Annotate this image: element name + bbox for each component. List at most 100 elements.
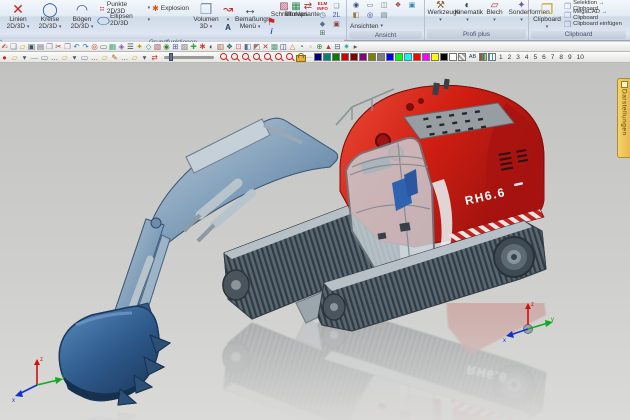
color-swatch[interactable] (386, 53, 394, 61)
toolbar-icon[interactable]: ▨ (180, 42, 189, 51)
toolbar-icon[interactable]: ⊟ (333, 42, 342, 51)
layer-number-button[interactable]: 4 (523, 54, 531, 61)
toolbar-icon[interactable]: ▭ (99, 42, 108, 51)
layer-number-button[interactable]: 9 (566, 54, 574, 61)
color-swatch[interactable] (359, 53, 367, 61)
magnifier-zoom-icon[interactable] (285, 52, 295, 62)
toolbar-icon[interactable]: ▾ (140, 53, 149, 62)
color-swatch[interactable] (314, 53, 322, 61)
toolbar-icon[interactable]: ✱ (198, 42, 207, 51)
toolbar-icon[interactable]: ◈ (117, 42, 126, 51)
color-palette-icon[interactable] (479, 53, 487, 61)
toolbar-icon[interactable]: ◩ (252, 42, 261, 51)
toolbar-icon[interactable]: ▱ (10, 53, 19, 62)
toolbar-icon[interactable]: ▱ (18, 42, 27, 51)
toolbar-icon[interactable]: … (120, 53, 129, 62)
view-icon[interactable]: ◫ (378, 2, 390, 10)
color-swatch[interactable] (440, 53, 448, 61)
toolbar-icon[interactable]: ◎ (90, 42, 99, 51)
toolbar-icon[interactable]: ✕ (261, 42, 270, 51)
toolbar-icon[interactable]: ▾ (20, 53, 29, 62)
darstellungen-flyout-tab[interactable]: Darstellungen (617, 78, 630, 158)
toolbar-icon[interactable]: ● (0, 53, 9, 62)
toolbar-icon[interactable]: — (30, 53, 39, 62)
toolbar-icon[interactable]: △ (288, 42, 297, 51)
layer-number-button[interactable]: 6 (540, 54, 548, 61)
color-swatch[interactable] (332, 53, 340, 61)
layer-number-button[interactable]: 1 (497, 54, 505, 61)
ribbon-small-icon[interactable]: ❏ (333, 3, 339, 11)
toolbar-icon[interactable]: ❐ (45, 42, 54, 51)
browse-ellipsis[interactable]: … (305, 54, 313, 60)
magnifier-zoom-icon[interactable] (274, 52, 284, 62)
clipboard-action-button[interactable]: ❐ MegaCAD → Clipboard (564, 11, 625, 19)
zoom-slider-knob[interactable] (169, 53, 173, 61)
toolbar-icon[interactable]: ▩ (270, 42, 279, 51)
toolbar-icon[interactable]: ✂ (54, 42, 63, 51)
layer-number-button[interactable]: 5 (532, 54, 540, 61)
line-style-icon[interactable] (488, 53, 496, 61)
color-swatch[interactable] (323, 53, 331, 61)
layer-number-button[interactable]: 3 (514, 54, 522, 61)
font-style-icon[interactable]: AB (467, 53, 478, 62)
linien-button[interactable]: ✕ Linien 2D/3D ▾ (3, 2, 33, 30)
color-swatch[interactable] (413, 53, 421, 61)
magnifier-zoom-icon[interactable] (252, 52, 262, 62)
toolbar-icon[interactable]: ▸ (351, 42, 360, 51)
toolbar-icon[interactable]: ▥ (216, 42, 225, 51)
toolbar-icon[interactable]: ❏ (9, 42, 18, 51)
view-icon[interactable]: ▭ (364, 2, 376, 10)
profi-tool-button[interactable]: ⚒ Werkzeuge ▾ (428, 2, 453, 23)
toolbar-icon[interactable]: ▾ (70, 53, 79, 62)
schraffur-icon[interactable]: ▨ (279, 3, 288, 11)
ribbon-small-icon[interactable]: ⊞ (320, 30, 326, 38)
pin-icon[interactable]: ⚑ (267, 18, 276, 27)
toolbar-icon[interactable]: ◧ (243, 42, 252, 51)
text-tool-icon[interactable]: A (225, 23, 231, 32)
color-swatch[interactable] (341, 53, 349, 61)
toolbar-icon[interactable]: ✷ (342, 42, 351, 51)
view-icon[interactable]: ◉ (350, 2, 362, 10)
viewport-canvas[interactable]: RH6.6 (0, 63, 630, 420)
bemassung-button[interactable]: ↔ Bemaßungs Menü ▾ (235, 2, 265, 30)
view-icon[interactable]: ❖ (392, 2, 404, 10)
color-swatch[interactable] (368, 53, 376, 61)
toolbar-icon[interactable]: ⊕ (315, 42, 324, 51)
magnifier-zoom-icon[interactable] (230, 52, 240, 62)
toolbar-icon[interactable]: ▱ (130, 53, 139, 62)
toolbar-icon[interactable]: ▱ (60, 53, 69, 62)
toolbar-icon[interactable]: … (50, 53, 59, 62)
profi-tool-button[interactable]: ◐ Kinematik ▾ (455, 2, 480, 23)
layer-number-button[interactable]: 8 (557, 54, 565, 61)
toolbar-icon[interactable]: ✚ (189, 42, 198, 51)
clipboard-action-button[interactable]: ❐ Clipboard einfügen (564, 20, 625, 28)
profi-tool-button[interactable]: ▱ Blech ▾ (482, 2, 507, 23)
toolbar-icon[interactable]: ▫ (306, 42, 315, 51)
info-icon[interactable]: i (270, 27, 272, 36)
volumen-button[interactable]: ❒ Volumen 3D ▾ (191, 2, 221, 30)
lock-icon[interactable] (296, 53, 304, 62)
view-icon[interactable]: ▣ (406, 2, 418, 10)
toolbar-icon[interactable]: ❐ (63, 42, 72, 51)
ribbon-small-icon[interactable]: ◷ (319, 12, 325, 20)
kreise-button[interactable]: ◯ Kreise 2D/3D ▾ (35, 2, 65, 30)
color-swatch[interactable] (350, 53, 358, 61)
toolbar-icon[interactable]: ⊡ (234, 42, 243, 51)
color-swatch[interactable] (431, 53, 439, 61)
toolbar-icon[interactable]: ▦ (108, 42, 117, 51)
zoom-slider[interactable] (164, 56, 214, 59)
toolbar-icon[interactable]: ↷ (81, 42, 90, 51)
magnifier-zoom-icon[interactable] (263, 52, 273, 62)
toolbar-icon[interactable]: ✦ (135, 42, 144, 51)
layer-number-button[interactable]: 7 (549, 54, 557, 61)
toolbar-icon[interactable]: … (90, 53, 99, 62)
viewport[interactable]: RH6.6 (0, 63, 630, 420)
toolbar-icon[interactable]: ◫ (279, 42, 288, 51)
explosion-button[interactable]: ✱ Explosion (152, 2, 189, 14)
toolbar-icon[interactable]: ▤ (36, 42, 45, 51)
toolbar-icon[interactable]: ◇ (144, 42, 153, 51)
transparent-color-swatch[interactable] (458, 53, 466, 61)
toolbar-icon[interactable]: ▣ (27, 42, 36, 51)
boegen-button[interactable]: ◠ Bögen 2D/3D ▾ (67, 2, 97, 30)
toolbar-icon[interactable]: ▧ (153, 42, 162, 51)
